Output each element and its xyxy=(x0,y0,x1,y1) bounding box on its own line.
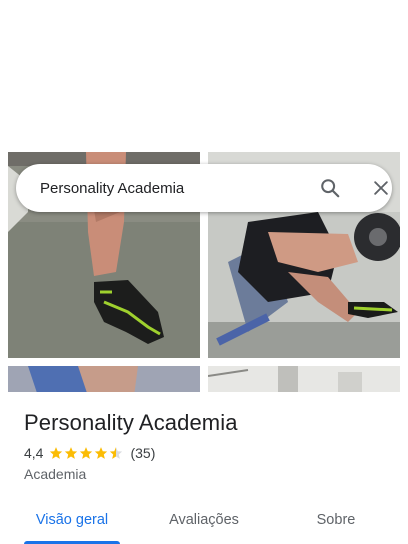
place-category[interactable]: Academia xyxy=(24,466,86,482)
search-input[interactable] xyxy=(40,164,290,212)
tab-bar: Visão geral Avaliações Sobre xyxy=(0,496,408,544)
rating-row[interactable]: 4,4 (35) xyxy=(24,445,155,461)
search-icon[interactable] xyxy=(318,176,342,200)
photo-gym-3[interactable] xyxy=(8,366,200,392)
star-icon xyxy=(50,447,63,459)
star-icon xyxy=(65,447,78,459)
search-bar xyxy=(16,164,392,212)
photo-gym-4[interactable] xyxy=(208,366,400,392)
tab-overview[interactable]: Visão geral xyxy=(24,496,120,544)
close-icon[interactable] xyxy=(369,176,393,200)
map-area-blank xyxy=(0,0,408,152)
place-title: Personality Academia xyxy=(24,410,238,435)
rating-value: 4,4 xyxy=(24,445,44,461)
star-rating xyxy=(49,446,124,460)
star-icon xyxy=(95,447,108,459)
place-sheet: Personality Academia 4,4 (35) Academia V… xyxy=(0,392,408,544)
half-star-icon xyxy=(110,447,123,459)
tab-about[interactable]: Sobre xyxy=(296,496,376,544)
star-icon xyxy=(80,447,93,459)
review-count: (35) xyxy=(130,445,156,461)
tab-reviews[interactable]: Avaliações xyxy=(152,496,256,544)
